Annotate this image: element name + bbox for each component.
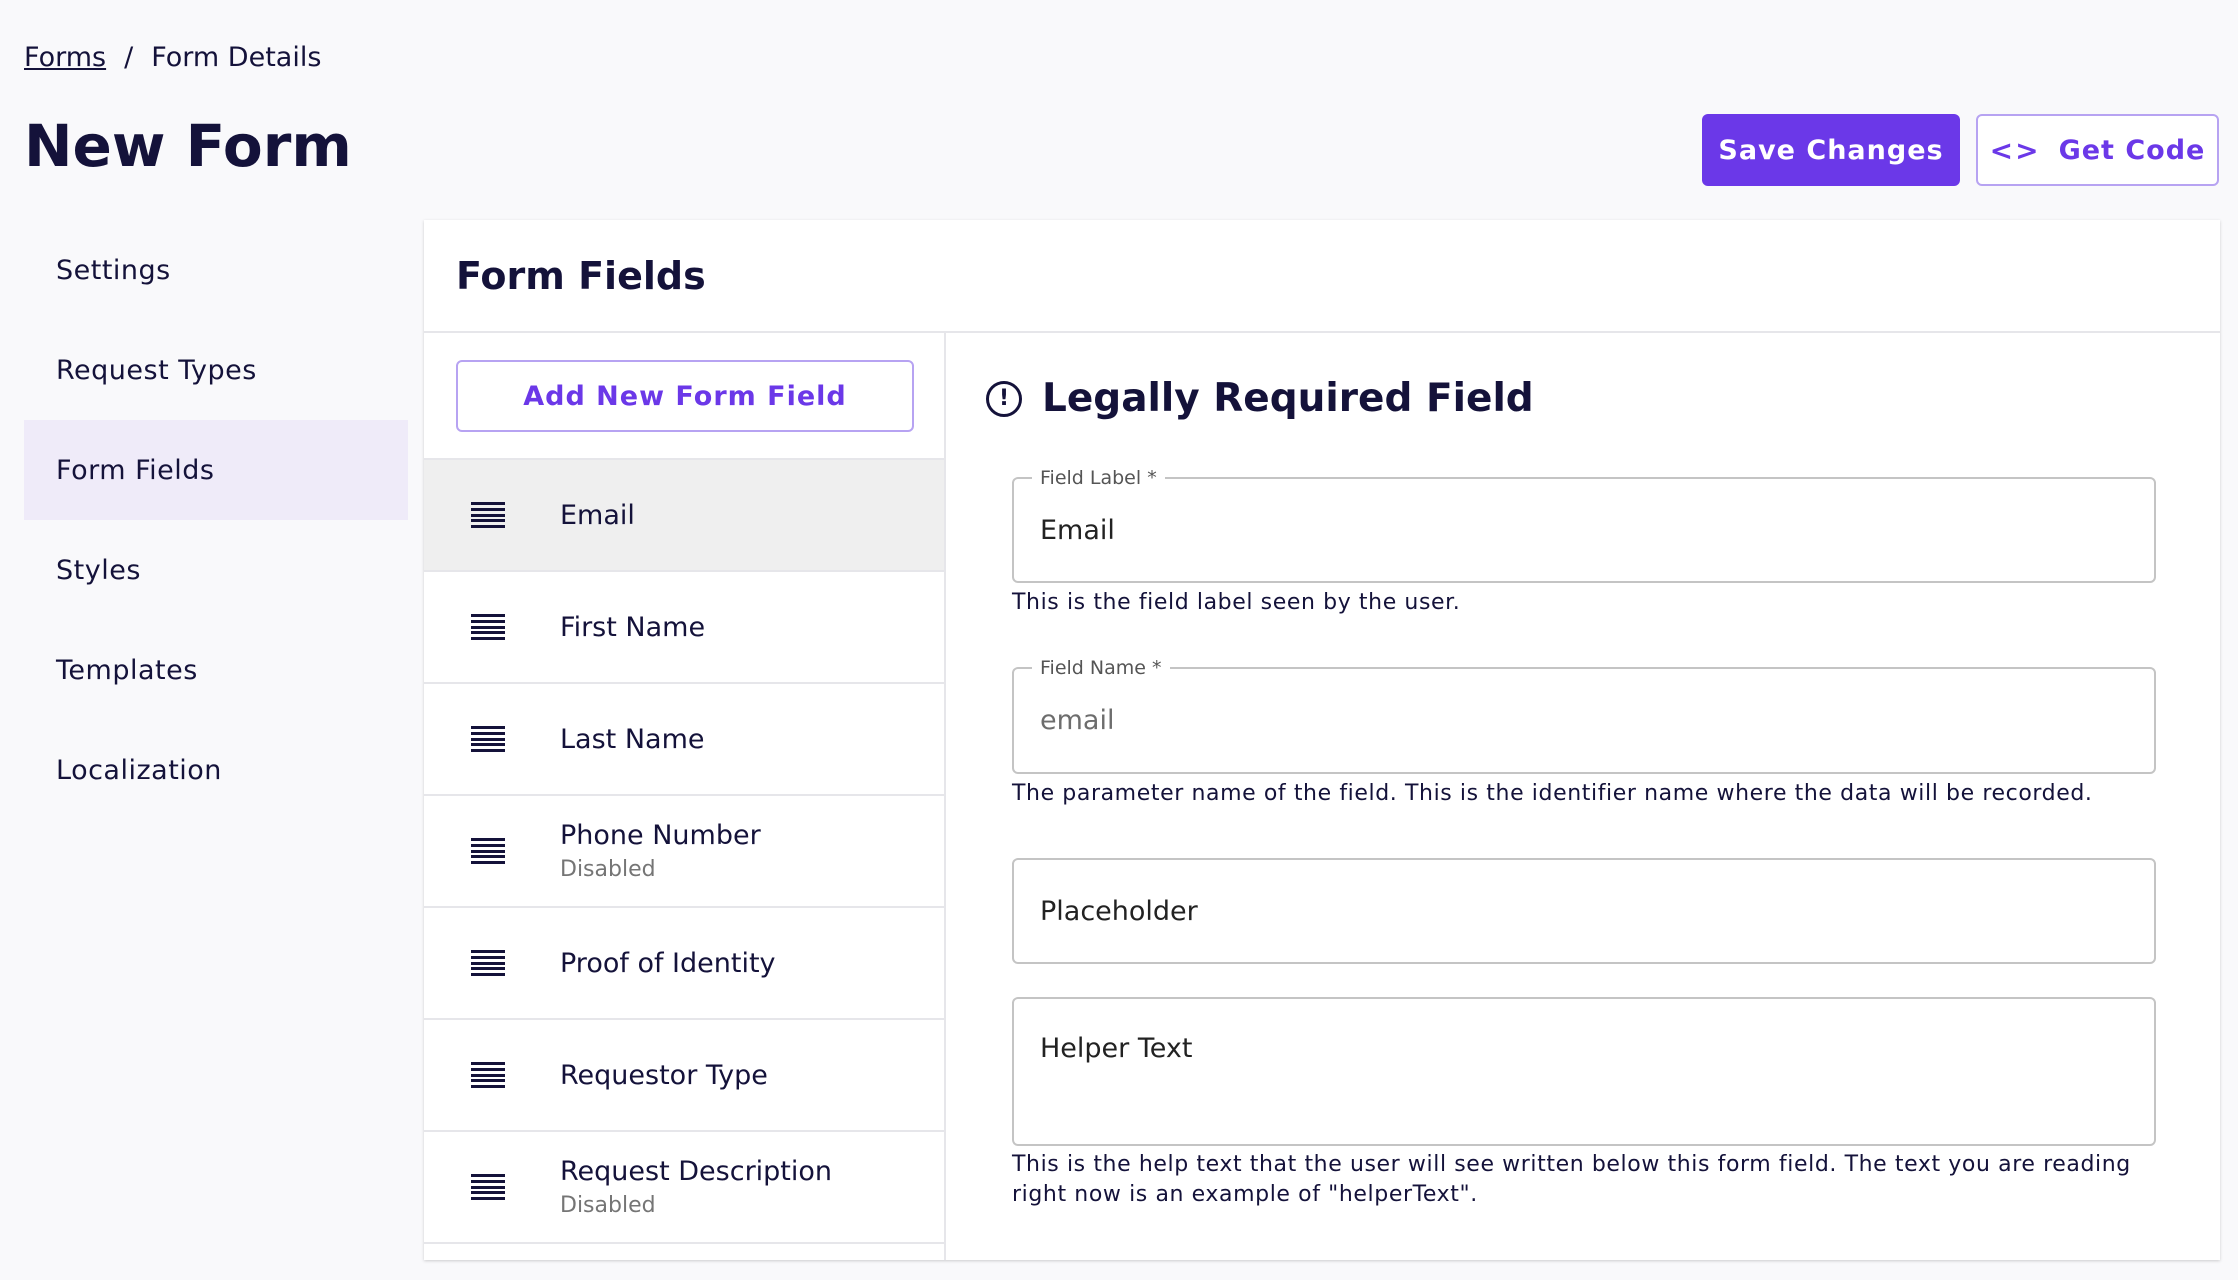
detail-heading: Legally Required Field xyxy=(1042,376,1534,421)
breadcrumb-forms-link[interactable]: Forms xyxy=(24,42,106,73)
field-item-proof-of-identity[interactable]: Proof of Identity xyxy=(424,908,944,1020)
sidebar-item-request-types[interactable]: Request Types xyxy=(24,320,408,420)
field-item-status: Disabled xyxy=(560,1193,656,1218)
get-code-label: Get Code xyxy=(2058,134,2206,166)
card-title: Form Fields xyxy=(456,253,706,298)
field-label-input[interactable] xyxy=(1014,479,2154,581)
breadcrumb-current: Form Details xyxy=(151,42,322,73)
placeholder-input[interactable] xyxy=(1014,860,2154,962)
drag-handle-icon[interactable] xyxy=(471,1174,505,1200)
field-item-last-name[interactable]: Last Name xyxy=(424,684,944,796)
field-item-request-description[interactable]: Request Description Disabled xyxy=(424,1132,944,1244)
field-detail-panel: ! Legally Required Field Field Label * T… xyxy=(946,333,2220,1260)
field-item-label: Phone Number xyxy=(560,820,761,851)
page-title: New Form xyxy=(24,112,352,180)
side-navigation: Settings Request Types Form Fields Style… xyxy=(24,220,408,820)
sidebar-item-settings[interactable]: Settings xyxy=(24,220,408,320)
breadcrumb-separator: / xyxy=(124,42,134,73)
placeholder-textfield xyxy=(1012,858,2156,964)
drag-handle-icon[interactable] xyxy=(471,502,505,528)
sidebar-item-styles[interactable]: Styles xyxy=(24,520,408,620)
add-new-form-field-button[interactable]: Add New Form Field xyxy=(456,360,914,432)
field-item-label: Proof of Identity xyxy=(560,947,776,979)
alert-circle-icon: ! xyxy=(986,380,1022,417)
field-item-label: Requestor Type xyxy=(560,1059,768,1091)
save-changes-button[interactable]: Save Changes xyxy=(1702,114,1960,186)
field-item-label: Request Description xyxy=(560,1156,833,1187)
form-fields-card: Form Fields Add New Form Field Email Fir… xyxy=(424,220,2220,1260)
drag-handle-icon[interactable] xyxy=(471,726,505,752)
field-item-label: Last Name xyxy=(560,723,705,755)
card-header: Form Fields xyxy=(424,220,2220,333)
field-item-email[interactable]: Email xyxy=(424,460,944,572)
field-item-phone-number[interactable]: Phone Number Disabled xyxy=(424,796,944,908)
field-item-label: Email xyxy=(560,499,635,531)
field-name-textfield: Field Name * xyxy=(1012,657,2156,774)
field-item-label: First Name xyxy=(560,611,706,643)
helper-text-textfield xyxy=(1012,997,2156,1146)
helper-text-input[interactable] xyxy=(1014,999,2154,1144)
sidebar-item-templates[interactable]: Templates xyxy=(24,620,408,720)
field-item-status: Disabled xyxy=(560,857,656,882)
helper-text-helper: This is the help text that the user will… xyxy=(1012,1152,2131,1207)
detail-title: ! Legally Required Field xyxy=(986,376,2220,421)
drag-handle-icon[interactable] xyxy=(471,950,505,976)
field-item-first-name[interactable]: First Name xyxy=(424,572,944,684)
breadcrumb: Forms / Form Details xyxy=(24,42,321,73)
field-label-textfield: Field Label * xyxy=(1012,467,2156,583)
get-code-button[interactable]: <> Get Code xyxy=(1976,114,2219,186)
field-label-legend: Field Label * xyxy=(1032,467,1165,489)
field-item-requestor-type[interactable]: Requestor Type xyxy=(424,1020,944,1132)
field-name-input[interactable] xyxy=(1014,669,2154,772)
sidebar-item-form-fields[interactable]: Form Fields xyxy=(24,420,408,520)
drag-handle-icon[interactable] xyxy=(471,1062,505,1088)
field-label-helper: This is the field label seen by the user… xyxy=(1012,590,1461,615)
sidebar-item-localization[interactable]: Localization xyxy=(24,720,408,820)
fields-column: Add New Form Field Email First Name Last… xyxy=(424,333,946,1260)
field-name-legend: Field Name * xyxy=(1032,657,1170,679)
code-icon: <> xyxy=(1989,133,2041,167)
field-name-helper: The parameter name of the field. This is… xyxy=(1012,781,2093,806)
drag-handle-icon[interactable] xyxy=(471,838,505,864)
field-list: Email First Name Last Name Phone Number … xyxy=(424,458,944,1244)
drag-handle-icon[interactable] xyxy=(471,614,505,640)
